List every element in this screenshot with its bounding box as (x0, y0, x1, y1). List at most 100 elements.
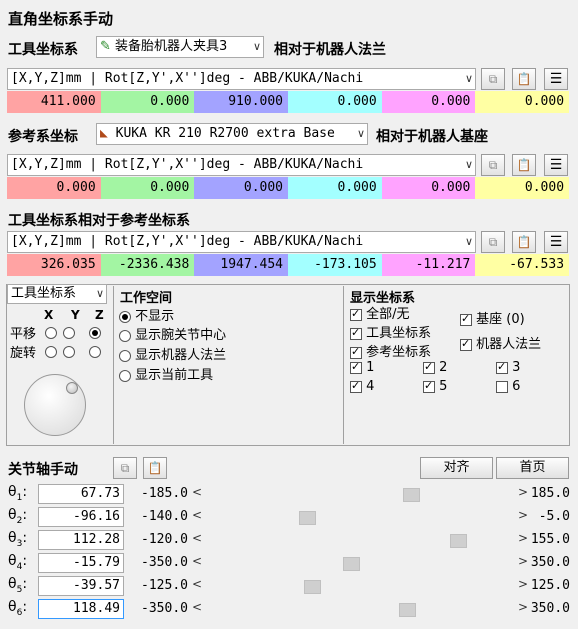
tool-format-select[interactable]: [X,Y,Z]mm | Rot[Z,Y',X'']deg - ABB/KUKA/… (7, 68, 476, 90)
joint-slider[interactable]: < > (192, 577, 528, 597)
tool-x-value[interactable]: 411.000 (7, 91, 101, 113)
checkbox[interactable] (350, 326, 362, 340)
translate-x-radio[interactable] (45, 326, 57, 339)
slider-right-arrow[interactable]: > (518, 600, 528, 614)
joint-value-input[interactable]: -96.16 (38, 507, 124, 527)
slider-thumb[interactable] (399, 603, 416, 617)
checkbox[interactable] (496, 380, 508, 393)
slider-thumb[interactable] (343, 557, 360, 571)
tir-z-value[interactable]: 1947.454 (194, 254, 289, 276)
joint-slider[interactable]: < > (192, 531, 528, 551)
tool-y-value[interactable]: 0.000 (100, 91, 195, 113)
joint-slider[interactable]: < > (192, 485, 528, 505)
workspace-option-2[interactable]: 显示机器人法兰 (119, 344, 226, 363)
tir-rx-value[interactable]: -67.533 (475, 254, 570, 276)
slider-right-arrow[interactable]: > (518, 485, 528, 499)
joint-slider[interactable]: < > (192, 600, 528, 620)
jog-frame-select[interactable]: 工具坐标系 ∨ (7, 284, 107, 304)
translate-y-radio[interactable] (63, 326, 76, 339)
workspace-radio[interactable] (119, 349, 131, 362)
slider-left-arrow[interactable]: < (192, 508, 202, 522)
menu-button[interactable]: ☰ (544, 231, 568, 253)
rotate-z-radio[interactable] (89, 345, 102, 358)
joint-value-input[interactable]: 67.73 (38, 484, 124, 504)
rotate-y-radio[interactable] (63, 345, 76, 358)
show-all-checkbox[interactable]: 全部/无 (350, 303, 410, 322)
reference-format-select[interactable]: [X,Y,Z]mm | Rot[Z,Y',X'']deg - ABB/KUKA/… (7, 154, 476, 176)
menu-button[interactable]: ☰ (544, 68, 568, 90)
paste-button[interactable]: 📋 (512, 231, 536, 253)
slider-thumb[interactable] (450, 534, 467, 548)
slider-thumb[interactable] (299, 511, 316, 525)
slider-left-arrow[interactable]: < (192, 577, 202, 591)
ref-rz-value[interactable]: 0.000 (288, 177, 382, 199)
checkbox[interactable] (423, 360, 435, 374)
align-button[interactable]: 对齐 (420, 457, 493, 479)
joint-value-input[interactable]: -15.79 (38, 553, 124, 573)
slider-left-arrow[interactable]: < (192, 485, 202, 499)
ref-x-value[interactable]: 0.000 (7, 177, 101, 199)
copy-button[interactable]: ⧉ (113, 457, 137, 479)
slider-right-arrow[interactable]: > (518, 577, 528, 591)
frame-5-checkbox[interactable]: 5 (423, 379, 447, 394)
tir-y-value[interactable]: -2336.438 (100, 254, 195, 276)
joint-slider[interactable]: < > (192, 508, 528, 528)
ref-rx-value[interactable]: 0.000 (475, 177, 570, 199)
tool-z-value[interactable]: 910.000 (194, 91, 289, 113)
copy-button[interactable]: ⧉ (481, 68, 505, 90)
checkbox[interactable] (350, 379, 362, 393)
joint-slider[interactable]: < > (192, 554, 528, 574)
slider-right-arrow[interactable]: > (518, 531, 528, 545)
tir-ry-value[interactable]: -11.217 (381, 254, 476, 276)
show-ref-checkbox[interactable]: 参考坐标系 (350, 341, 431, 360)
slider-right-arrow[interactable]: > (518, 554, 528, 568)
slider-thumb[interactable] (304, 580, 321, 594)
checkbox[interactable] (350, 360, 362, 374)
checkbox[interactable] (423, 379, 435, 393)
frame-4-checkbox[interactable]: 4 (350, 379, 374, 394)
joint-value-input[interactable]: 112.28 (38, 530, 124, 550)
show-flange-checkbox[interactable]: 机器人法兰 (460, 333, 541, 352)
paste-button[interactable]: 📋 (143, 457, 167, 479)
jog-knob[interactable] (24, 374, 86, 436)
frame-3-checkbox[interactable]: 3 (496, 360, 520, 375)
paste-button[interactable]: 📋 (512, 68, 536, 90)
workspace-option-1[interactable]: 显示腕关节中心 (119, 324, 226, 343)
frame-2-checkbox[interactable]: 2 (423, 360, 447, 375)
checkbox[interactable] (350, 345, 362, 359)
copy-button[interactable]: ⧉ (481, 231, 505, 253)
checkbox[interactable] (460, 312, 472, 326)
ref-z-value[interactable]: 0.000 (194, 177, 289, 199)
frame-1-checkbox[interactable]: 1 (350, 360, 374, 375)
slider-left-arrow[interactable]: < (192, 600, 202, 614)
paste-button[interactable]: 📋 (512, 154, 536, 176)
tir-rz-value[interactable]: -173.105 (288, 254, 382, 276)
workspace-option-0[interactable]: 不显示 (119, 305, 174, 324)
ref-y-value[interactable]: 0.000 (100, 177, 195, 199)
slider-thumb[interactable] (403, 488, 420, 502)
show-base-checkbox[interactable]: 基座 (0) (460, 308, 525, 327)
checkbox[interactable] (460, 337, 472, 351)
ref-ry-value[interactable]: 0.000 (381, 177, 476, 199)
rotate-x-radio[interactable] (45, 345, 57, 358)
reference-frame-select[interactable]: ◣ KUKA KR 210 R2700 extra Base ∨ (96, 123, 368, 145)
workspace-option-3[interactable]: 显示当前工具 (119, 364, 213, 383)
checkbox[interactable] (496, 360, 508, 374)
slider-left-arrow[interactable]: < (192, 531, 202, 545)
workspace-radio[interactable] (119, 369, 131, 382)
home-button[interactable]: 首页 (496, 457, 569, 479)
joint-value-input[interactable]: -39.57 (38, 576, 124, 596)
tool-rz-value[interactable]: 0.000 (288, 91, 382, 113)
workspace-radio[interactable] (119, 329, 131, 342)
tool-ry-value[interactable]: 0.000 (381, 91, 476, 113)
slider-left-arrow[interactable]: < (192, 554, 202, 568)
tir-x-value[interactable]: 326.035 (7, 254, 101, 276)
translate-z-radio[interactable] (89, 326, 102, 339)
checkbox[interactable] (350, 307, 362, 321)
workspace-radio[interactable] (119, 310, 131, 323)
menu-button[interactable]: ☰ (544, 154, 568, 176)
show-tool-checkbox[interactable]: 工具坐标系 (350, 322, 431, 341)
frame-6-checkbox[interactable]: 6 (496, 379, 520, 394)
tool-rx-value[interactable]: 0.000 (475, 91, 570, 113)
copy-button[interactable]: ⧉ (481, 154, 505, 176)
